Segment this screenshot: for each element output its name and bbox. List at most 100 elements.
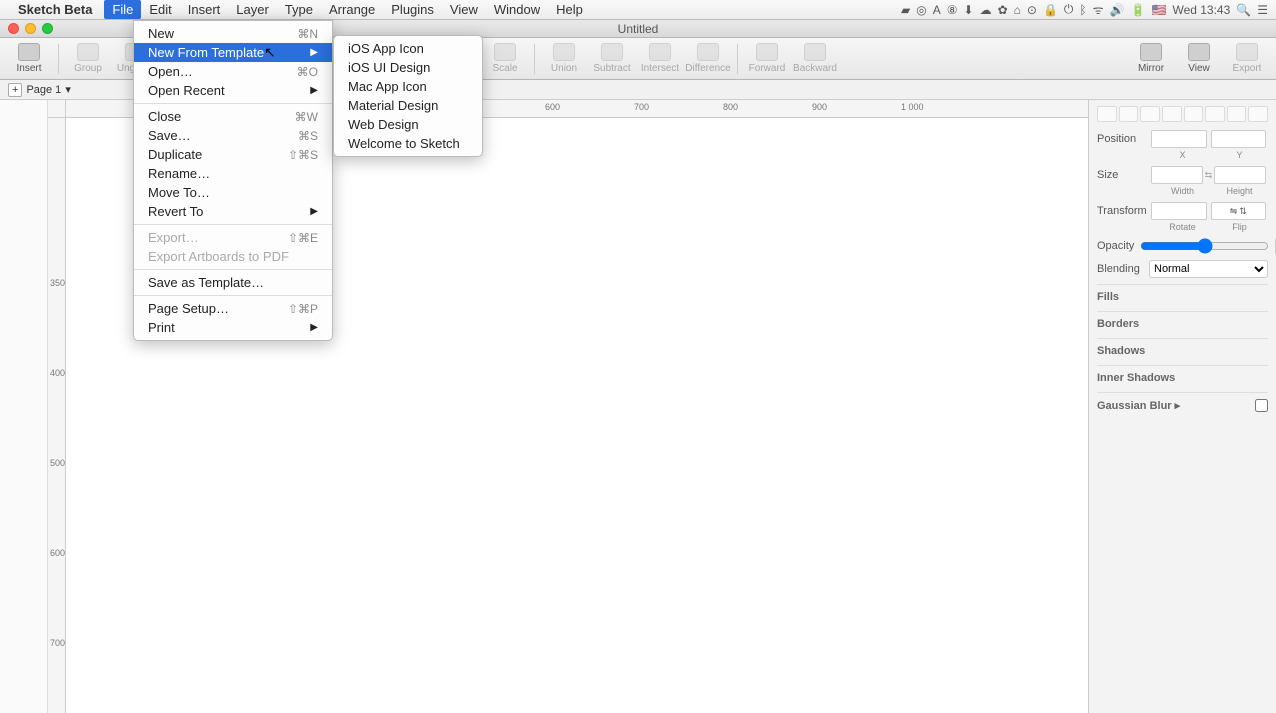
menuitem-close[interactable]: Close⌘W — [134, 107, 332, 126]
align-bottom-button[interactable] — [1205, 106, 1225, 122]
menuitem-label: Move To… — [148, 185, 210, 200]
tool-label: Backward — [793, 63, 837, 74]
align-center-button[interactable] — [1119, 106, 1139, 122]
menu-layer[interactable]: Layer — [228, 0, 277, 19]
ruler-tick: 900 — [812, 102, 827, 112]
status-icon[interactable]: ☁ — [980, 3, 992, 17]
ruler-tick: 1 000 — [901, 102, 924, 112]
status-icon[interactable]: ⏻ — [1064, 2, 1074, 17]
shortcut: ⌘S — [298, 129, 318, 143]
status-icon[interactable]: ⑧ — [947, 3, 958, 17]
transform-label: Transform — [1097, 205, 1149, 217]
fills-section[interactable]: Fills — [1097, 284, 1268, 307]
menubar: Sketch Beta FileEditInsertLayerTypeArran… — [0, 0, 1276, 20]
menuitem-open-recent[interactable]: Open Recent▶ — [134, 81, 332, 100]
template-ios-app-icon[interactable]: iOS App Icon — [334, 39, 482, 58]
x-field[interactable] — [1151, 130, 1207, 148]
menu-separator — [134, 295, 332, 296]
opacity-slider[interactable] — [1140, 238, 1269, 254]
rotate-field[interactable] — [1151, 202, 1207, 220]
rotate-sublabel: Rotate — [1154, 222, 1211, 232]
minimize-window-button[interactable] — [25, 23, 36, 34]
clock[interactable]: Wed 13:43 — [1172, 3, 1230, 17]
menuitem-page-setup-[interactable]: Page Setup…⇧⌘P — [134, 299, 332, 318]
tool-mirror[interactable]: Mirror — [1128, 43, 1174, 74]
menu-insert[interactable]: Insert — [180, 0, 229, 19]
zoom-window-button[interactable] — [42, 23, 53, 34]
submenu-arrow-icon: ▶ — [310, 322, 318, 333]
menuitem-label: Revert To — [148, 204, 203, 219]
menuitem-label: Close — [148, 109, 181, 124]
tool-label: Difference — [685, 63, 730, 74]
align-top-button[interactable] — [1162, 106, 1182, 122]
bluetooth-icon[interactable]: ᛒ — [1079, 3, 1086, 17]
flag-icon[interactable]: 🇺🇸 — [1152, 3, 1167, 17]
align-left-button[interactable] — [1097, 106, 1117, 122]
tool-insert[interactable]: Insert — [6, 43, 52, 74]
app-name[interactable]: Sketch Beta — [18, 2, 92, 17]
flip-controls[interactable]: ⇋⇅ — [1211, 202, 1267, 220]
template-ios-ui-design[interactable]: iOS UI Design — [334, 58, 482, 77]
backward-icon — [804, 43, 826, 61]
distribute-v-button[interactable] — [1248, 106, 1268, 122]
status-icon[interactable]: ▰ — [901, 3, 910, 17]
status-icon[interactable]: ⬇ — [964, 3, 974, 17]
tool-view[interactable]: View — [1176, 43, 1222, 74]
menuitem-save-as-template-[interactable]: Save as Template… — [134, 273, 332, 292]
height-field[interactable] — [1214, 166, 1266, 184]
battery-icon[interactable]: 🔋 — [1131, 3, 1146, 17]
status-icon[interactable]: ✿ — [998, 3, 1008, 17]
menu-view[interactable]: View — [442, 0, 486, 19]
template-material-design[interactable]: Material Design — [334, 96, 482, 115]
inner-shadows-section[interactable]: Inner Shadows — [1097, 365, 1268, 388]
menuitem-open-[interactable]: Open…⌘O — [134, 62, 332, 81]
status-icon[interactable]: A — [933, 3, 941, 17]
chevron-icon[interactable]: ▸ — [1175, 400, 1181, 412]
shortcut: ⇧⌘E — [288, 231, 318, 245]
menu-type[interactable]: Type — [277, 0, 321, 19]
spotlight-icon[interactable]: 🔍 — [1236, 3, 1251, 17]
menuitem-new-from-template[interactable]: New From Template▶ — [134, 43, 332, 62]
menu-edit[interactable]: Edit — [141, 0, 179, 19]
menuitem-move-to-[interactable]: Move To… — [134, 183, 332, 202]
y-field[interactable] — [1211, 130, 1267, 148]
page-selector[interactable]: + Page 1 ▾ — [8, 83, 71, 97]
inspector: Position XY Size⇆ WidthHeight Transform⇋… — [1088, 100, 1276, 713]
template-web-design[interactable]: Web Design — [334, 115, 482, 134]
template-mac-app-icon[interactable]: Mac App Icon — [334, 77, 482, 96]
menuitem-revert-to[interactable]: Revert To▶ — [134, 202, 332, 221]
x-sublabel: X — [1154, 150, 1211, 160]
status-icon[interactable]: ⊙ — [1027, 3, 1037, 17]
menu-arrange[interactable]: Arrange — [321, 0, 383, 19]
align-middle-button[interactable] — [1184, 106, 1204, 122]
status-icon[interactable]: 🔒 — [1043, 3, 1058, 17]
menuitem-new[interactable]: New⌘N — [134, 24, 332, 43]
tool-backward: Backward — [792, 43, 838, 74]
submenu-arrow-icon: ▶ — [310, 47, 318, 58]
volume-icon[interactable]: 🔊 — [1110, 3, 1125, 17]
status-icon[interactable]: ◎ — [916, 3, 926, 17]
menu-file[interactable]: File — [104, 0, 141, 19]
shadows-section[interactable]: Shadows — [1097, 338, 1268, 361]
distribute-h-button[interactable] — [1227, 106, 1247, 122]
lock-aspect-icon[interactable]: ⇆ — [1205, 170, 1213, 181]
borders-section[interactable]: Borders — [1097, 311, 1268, 334]
close-window-button[interactable] — [8, 23, 19, 34]
template-welcome-to-sketch[interactable]: Welcome to Sketch — [334, 134, 482, 153]
menuitem-print[interactable]: Print▶ — [134, 318, 332, 337]
status-icon[interactable]: ⌂ — [1014, 3, 1021, 17]
menu-plugins[interactable]: Plugins — [383, 0, 442, 19]
align-right-button[interactable] — [1140, 106, 1160, 122]
menuitem-duplicate[interactable]: Duplicate⇧⌘S — [134, 145, 332, 164]
add-page-icon[interactable]: + — [8, 83, 22, 97]
menuitem-save-[interactable]: Save…⌘S — [134, 126, 332, 145]
wifi-icon[interactable]: ᯤ — [1093, 1, 1104, 18]
menu-help[interactable]: Help — [548, 0, 591, 19]
width-field[interactable] — [1151, 166, 1203, 184]
gblur-checkbox[interactable] — [1255, 399, 1268, 412]
tool-label: Group — [74, 63, 102, 74]
blending-select[interactable]: Normal — [1149, 260, 1268, 278]
notifications-icon[interactable]: ☰ — [1257, 3, 1268, 17]
menu-window[interactable]: Window — [486, 0, 548, 19]
menuitem-rename-[interactable]: Rename… — [134, 164, 332, 183]
